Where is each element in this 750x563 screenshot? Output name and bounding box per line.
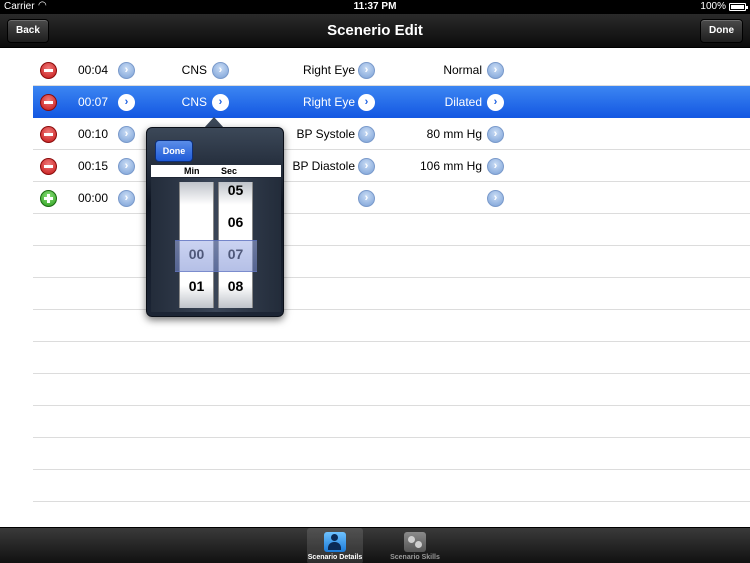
value-disclosure-icon[interactable]: ›: [487, 94, 504, 111]
table-row[interactable]: 00:10 › BP Systole › 80 mm Hg ›: [33, 118, 750, 150]
empty-row: [33, 214, 750, 246]
empty-row: [33, 278, 750, 310]
table-row-selected[interactable]: 00:07 › CNS › Right Eye › Dilated ›: [33, 86, 750, 118]
time-disclosure-icon[interactable]: ›: [118, 158, 135, 175]
category-disclosure-icon[interactable]: ›: [212, 94, 229, 111]
picker-header: Min Sec: [151, 165, 281, 177]
row-value: Normal: [443, 63, 482, 77]
table-row[interactable]: 00:15 › BP Diastole › 106 mm Hg ›: [33, 150, 750, 182]
time-disclosure-icon[interactable]: ›: [118, 190, 135, 207]
row-time: 00:10: [78, 127, 109, 141]
row-category: CNS: [181, 95, 207, 109]
row-time: 00:00: [78, 191, 109, 205]
time-picker-popover: Done Min Sec 00 01 05 06 07 08: [146, 127, 284, 317]
value-disclosure-icon[interactable]: ›: [487, 62, 504, 79]
done-button[interactable]: Done: [700, 19, 743, 43]
page-title: Scenerio Edit: [327, 22, 423, 39]
selection-indicator: [175, 240, 257, 272]
wheel-value[interactable]: 08: [219, 278, 252, 294]
picker-done-button[interactable]: Done: [155, 140, 193, 162]
wheel-value[interactable]: 05: [219, 182, 252, 198]
table-row[interactable]: 00:04 › CNS › Right Eye › Normal ›: [33, 54, 750, 86]
empty-row: [33, 246, 750, 278]
clock: 11:37 PM: [353, 1, 397, 12]
row-category: CNS: [181, 63, 207, 77]
remove-row-icon[interactable]: [40, 94, 57, 111]
min-column-label: Min: [184, 166, 200, 176]
time-disclosure-icon[interactable]: ›: [118, 62, 135, 79]
tab-scenario-details[interactable]: Scenario Details: [307, 528, 363, 563]
empty-row: [33, 470, 750, 502]
people-icon: [324, 532, 346, 552]
remove-row-icon[interactable]: [40, 126, 57, 143]
skills-icon: [404, 532, 426, 552]
value-disclosure-icon[interactable]: ›: [487, 126, 504, 143]
row-value: 80 mm Hg: [426, 127, 482, 141]
row-item: Right Eye: [302, 63, 355, 77]
battery-percent: 100%: [700, 1, 726, 12]
row-time: 00:15: [78, 159, 109, 173]
row-value: Dilated: [444, 95, 482, 109]
value-disclosure-icon[interactable]: ›: [487, 190, 504, 207]
category-disclosure-icon[interactable]: ›: [212, 62, 229, 79]
tab-label: Scenario Details: [307, 554, 363, 561]
empty-row: [33, 406, 750, 438]
empty-row: [33, 438, 750, 470]
empty-row: [33, 342, 750, 374]
table-row-add[interactable]: 00:00 › › ›: [33, 182, 750, 214]
wheel-value[interactable]: 06: [219, 214, 252, 230]
status-bar: Carrier ◠ 11:37 PM 100%: [0, 0, 750, 14]
empty-row: [33, 310, 750, 342]
remove-row-icon[interactable]: [40, 158, 57, 175]
battery-icon: [729, 3, 748, 11]
remove-row-icon[interactable]: [40, 62, 57, 79]
tab-bar: Scenario Details Scenario Skills: [0, 527, 750, 563]
scenario-table: 00:04 › CNS › Right Eye › Normal › 00:07…: [33, 54, 750, 534]
tab-scenario-skills[interactable]: Scenario Skills: [387, 528, 443, 563]
row-item: Right Eye: [302, 95, 355, 109]
row-time: 00:07: [78, 95, 109, 109]
empty-row: [33, 374, 750, 406]
value-disclosure-icon[interactable]: ›: [487, 158, 504, 175]
time-picker: 00 01 05 06 07 08: [151, 178, 281, 312]
time-disclosure-icon[interactable]: ›: [118, 94, 135, 111]
tab-label: Scenario Skills: [390, 554, 440, 561]
navigation-bar: Back Scenerio Edit Done: [0, 14, 750, 48]
item-disclosure-icon[interactable]: ›: [358, 190, 375, 207]
sec-column-label: Sec: [221, 166, 238, 176]
row-value: 106 mm Hg: [419, 159, 482, 173]
time-disclosure-icon[interactable]: ›: [118, 126, 135, 143]
add-row-icon[interactable]: [40, 190, 57, 207]
wheel-value[interactable]: 01: [180, 278, 213, 294]
row-time: 00:04: [78, 63, 109, 77]
